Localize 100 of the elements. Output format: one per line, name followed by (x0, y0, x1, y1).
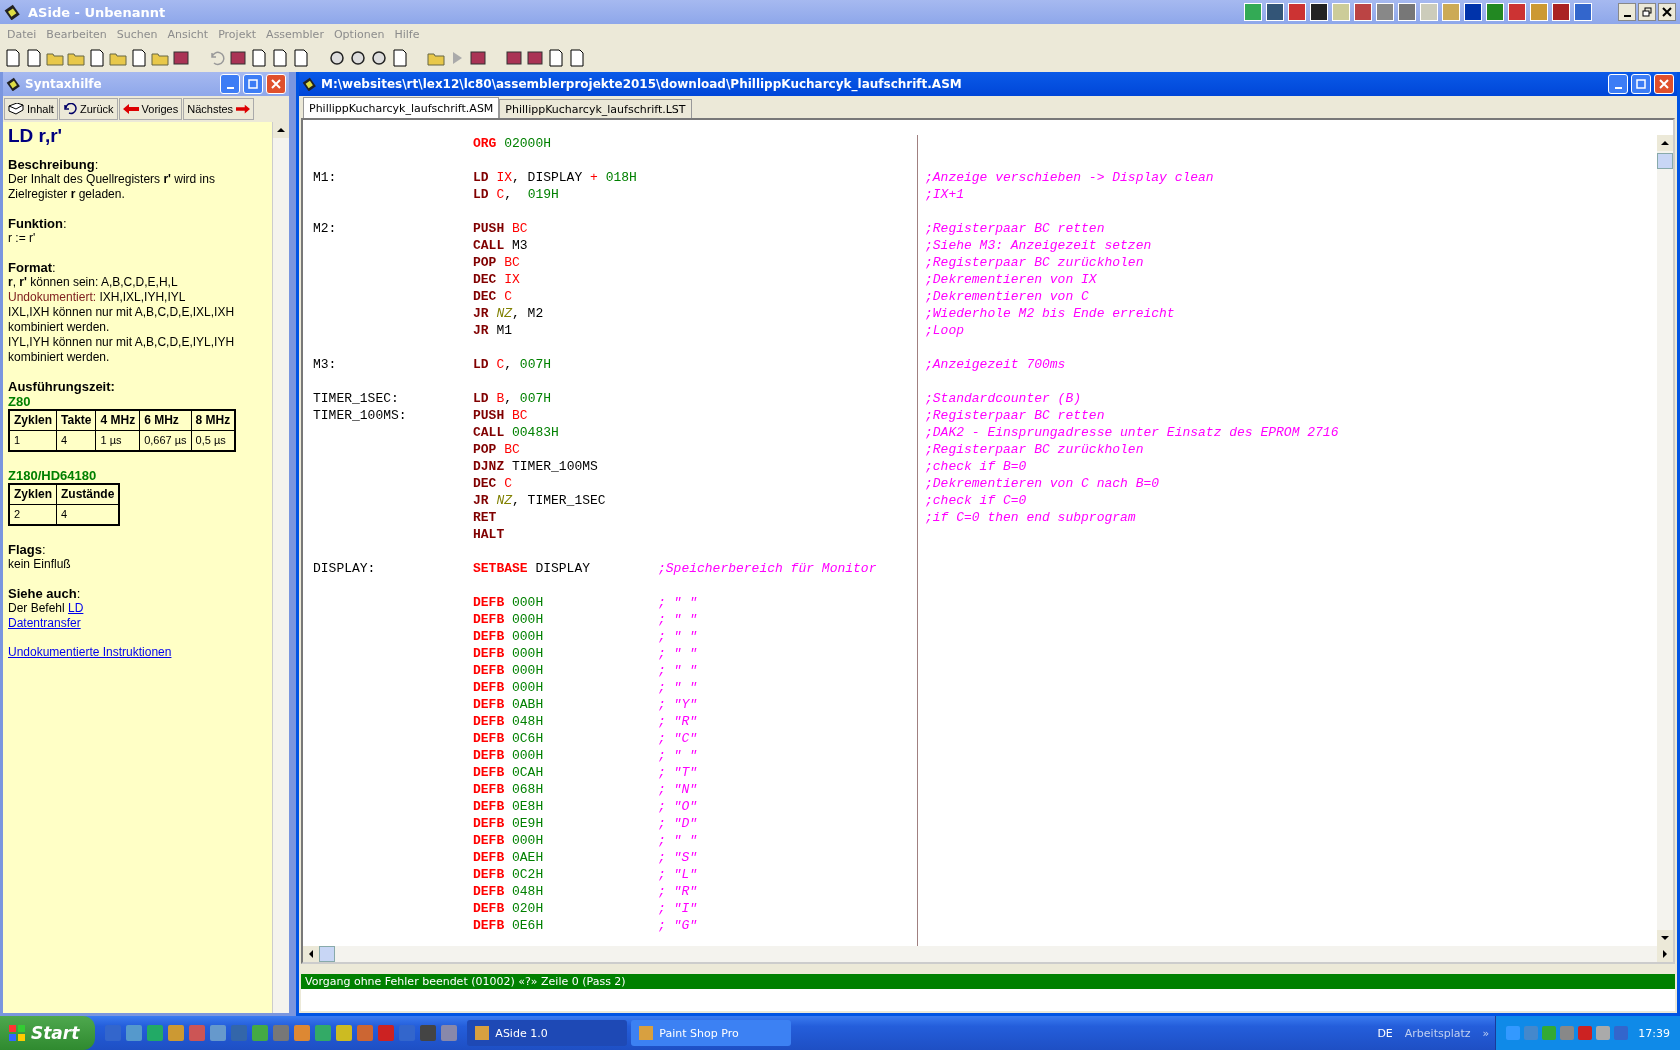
flag-logo-icon (8, 1024, 26, 1042)
scroll-down-icon[interactable] (1657, 930, 1673, 946)
section-heading: Flags: (8, 542, 47, 557)
help-text: Undokumentiert: IXH,IXL,IYH,IYL (8, 290, 187, 305)
scroll-thumb[interactable] (1657, 153, 1673, 169)
code-instruction: DEFB 0CAH (473, 765, 544, 780)
code-instruction: DEFB 000H (473, 612, 544, 627)
section-heading: Siehe auch: (8, 586, 82, 601)
minimize-icon (1623, 15, 1631, 17)
code-comment: ; " " (658, 628, 697, 645)
horizontal-scrollbar[interactable] (303, 946, 1673, 962)
code-comment: ; " " (658, 645, 697, 662)
code-label: M3: (313, 357, 337, 372)
code-label: M2: (313, 221, 337, 236)
code-comment: ; " " (658, 611, 697, 628)
code-instruction: DEFB 0E9H (473, 816, 544, 831)
code-instruction: DEFB 000H (473, 663, 544, 678)
code-instruction: ORG 02000H (473, 136, 551, 151)
document-icon[interactable] (391, 49, 409, 67)
maximize-icon (1636, 79, 1646, 89)
code-comment: ;IX+1 (925, 186, 964, 203)
help-text: r := r' (8, 231, 37, 246)
code-comment: ; "S" (658, 849, 697, 866)
table-title: Z180/HD64180 (8, 468, 98, 483)
language-indicator[interactable]: DE (1371, 1026, 1399, 1040)
code-comment: ;Registerpaar BC retten (925, 407, 1105, 424)
code-comment: ; "Y" (658, 696, 697, 713)
left-arrow-icon (122, 104, 139, 114)
new-document-icon[interactable] (4, 49, 22, 67)
clock: 17:39 (1638, 1026, 1670, 1040)
help-text: Der Befehl (8, 601, 65, 615)
document-icon[interactable] (547, 49, 565, 67)
code-label: DISPLAY: (313, 561, 376, 576)
help-text: IYL,IYH können nur mit A,B,C,D,E,IYL,IYH kombiniert werden. (8, 335, 236, 365)
code-instruction: DEFB 068H (473, 782, 544, 797)
toolbar-label[interactable]: Arbeitsplatz (1398, 1026, 1477, 1040)
section-heading: Beschreibung: (8, 157, 100, 172)
undo-arrow-icon (62, 103, 77, 115)
taskbar-button[interactable]: Paint Shop Pro (631, 1020, 792, 1046)
code-instruction: DEFB 048H (473, 714, 544, 729)
vertical-scrollbar[interactable] (1657, 135, 1673, 946)
topic-title: LD r,r' (8, 128, 64, 143)
code-comment: ;check if C=0 (925, 492, 1027, 509)
scroll-up-icon[interactable] (1657, 135, 1673, 151)
code-instruction: SETBASE DISPLAY (473, 561, 591, 576)
code-comment: ; "O" (658, 798, 697, 815)
code-instruction: DEFB 048H (473, 884, 544, 899)
code-comment: ; "L" (658, 866, 697, 883)
table-title: Z80 (8, 394, 32, 409)
code-comment: ;Dekrementieren von C nach B=0 (925, 475, 1160, 492)
code-comment: ; "C" (658, 730, 697, 747)
code-instruction: PUSH BC (473, 408, 528, 423)
code-comment: ; "D" (658, 815, 697, 832)
start-button[interactable]: Start (0, 1016, 96, 1050)
window-title: ASide - Unbenannt (28, 4, 166, 20)
code-instruction: JR M1 (473, 323, 512, 338)
code-instruction: DEFB 0C6H (473, 731, 544, 746)
document-icon[interactable] (25, 49, 43, 67)
code-comment: ;Registerpaar BC zurückholen (925, 254, 1144, 271)
code-instruction: PUSH BC (473, 221, 528, 236)
code-instruction: DEC C (473, 289, 512, 304)
code-instruction: HALT (473, 527, 505, 542)
code-label: M1: (313, 170, 337, 185)
code-comment: ; " " (658, 679, 697, 696)
code-instruction: CALL M3 (473, 238, 528, 253)
code-instruction: DJNZ TIMER_100MS (473, 459, 598, 474)
app-icon (639, 1026, 654, 1040)
code-instruction: DEFB 0E8H (473, 799, 544, 814)
close-icon (271, 79, 281, 89)
scroll-right-icon[interactable] (1657, 946, 1673, 962)
scroll-thumb[interactable] (319, 946, 335, 962)
code-instruction: DEFB 000H (473, 833, 544, 848)
code-comment: ;Speicherbereich für Monitor (658, 560, 877, 577)
column-header: Takte (56, 410, 96, 431)
code-comment: ; "R" (658, 883, 697, 900)
scroll-up-icon[interactable] (273, 122, 289, 138)
code-comment: ;Registerpaar BC retten (925, 220, 1105, 237)
code-comment: ; "G" (658, 917, 697, 934)
maximize-button[interactable] (1631, 74, 1651, 94)
close-icon (1659, 79, 1669, 89)
code-comment: ;if C=0 then end subprogram (925, 509, 1136, 526)
code-comment: ;Anzeige verschieben -> Display clean (925, 169, 1214, 186)
scroll-left-icon[interactable] (303, 946, 319, 962)
code-instruction: CALL 00483H (473, 425, 559, 440)
code-instruction: LD B, 007H (473, 391, 552, 406)
close-icon (1662, 7, 1672, 17)
code-instruction: RET (473, 510, 497, 525)
code-comment: ; " " (658, 832, 697, 849)
code-comment: ;Loop (925, 322, 964, 339)
code-instruction: JR NZ, TIMER_1SEC (473, 493, 606, 508)
code-instruction: DEFB 0AEH (473, 850, 544, 865)
code-comment: ;Dekrementieren von IX (925, 271, 1097, 288)
file-tab[interactable]: PhillippKucharcyk_laufschrift.ASM (303, 97, 500, 118)
taskbar-button[interactable]: ASide 1.0 (467, 1020, 628, 1046)
file-tab[interactable]: PhillippKucharcyk_laufschrift.LST (499, 99, 692, 118)
panel-title: Syntaxhilfe (25, 77, 103, 91)
maximize-icon (248, 79, 258, 89)
column-header: 4 MHz (96, 410, 140, 431)
chevron-button[interactable]: » (1476, 1026, 1496, 1040)
code-comment: ;DAK2 - Einsprungadresse unter Einsatz des EPROM 2716 (925, 424, 1339, 441)
